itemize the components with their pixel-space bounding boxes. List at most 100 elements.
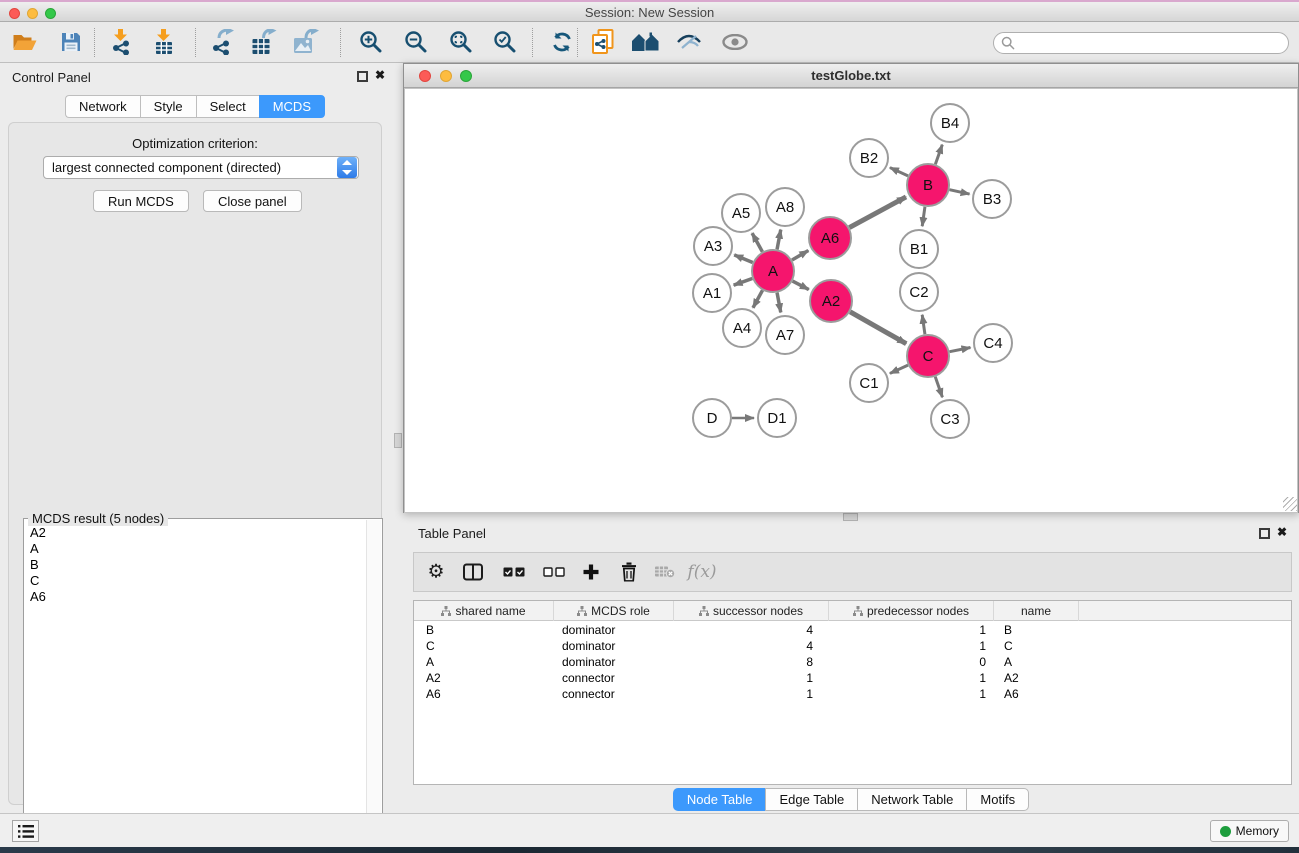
table-cell[interactable]: A2 (414, 670, 554, 686)
delete-table-icon[interactable] (655, 566, 675, 579)
column-header-shared-name[interactable]: shared name (414, 601, 554, 621)
tab-network[interactable]: Network (65, 95, 140, 118)
export-network-icon[interactable] (211, 29, 235, 55)
table-cell[interactable]: A6 (414, 686, 554, 702)
export-table-icon[interactable] (252, 29, 277, 55)
mcds-result-item[interactable]: A (27, 541, 364, 557)
gear-icon[interactable]: ⚙ (427, 563, 444, 582)
zoom-selected-icon[interactable] (493, 30, 517, 54)
table-cell[interactable]: A (994, 654, 1079, 670)
table-row[interactable]: A2connector11A2 (414, 670, 1291, 686)
column-header-predecessor-nodes[interactable]: predecessor nodes (829, 601, 994, 621)
network-canvas[interactable]: AA1A2A3A4A5A6A7A8BB1B2B3B4CC1C2C3C4DD1 (405, 89, 1297, 512)
network-edge-A-A1[interactable] (734, 278, 753, 285)
network-edge-A-A8[interactable] (777, 230, 781, 250)
table-cell[interactable]: 4 (674, 638, 829, 654)
home-layout-icon[interactable] (632, 32, 660, 52)
table-cell[interactable]: dominator (554, 638, 674, 654)
column-header-MCDS-role[interactable]: MCDS role (554, 601, 674, 621)
network-graph[interactable]: AA1A2A3A4A5A6A7A8BB1B2B3B4CC1C2C3C4DD1 (405, 89, 1297, 512)
table-cell[interactable]: A (414, 654, 554, 670)
network-node-B2[interactable]: B2 (850, 139, 888, 177)
mcds-result-item[interactable]: C (27, 573, 364, 589)
add-column-icon[interactable] (583, 564, 600, 581)
network-edge-A2-C[interactable] (850, 312, 906, 344)
tab-style[interactable]: Style (140, 95, 196, 118)
network-edge-C-C4[interactable] (950, 348, 971, 352)
criterion-dropdown[interactable]: largest connected component (directed) (43, 156, 359, 179)
table-cell[interactable]: A2 (994, 670, 1079, 686)
table-cell[interactable]: B (994, 622, 1079, 638)
network-node-C3[interactable]: C3 (931, 400, 969, 438)
network-node-D1[interactable]: D1 (758, 399, 796, 437)
network-edge-B-B2[interactable] (890, 168, 908, 176)
table-cell[interactable]: 0 (829, 654, 994, 670)
network-edge-C-C1[interactable] (890, 365, 908, 373)
network-node-A[interactable]: A (752, 250, 794, 292)
network-edge-C-C2[interactable] (922, 315, 925, 334)
memory-button[interactable]: Memory (1210, 820, 1289, 842)
copy-network-icon[interactable] (592, 29, 614, 55)
table-row[interactable]: A6connector11A6 (414, 686, 1291, 702)
column-header-successor-nodes[interactable]: successor nodes (674, 601, 829, 621)
refresh-icon[interactable] (551, 31, 573, 53)
export-image-icon[interactable] (293, 29, 319, 55)
result-scrollbar[interactable] (366, 520, 381, 853)
network-edge-A-A3[interactable] (734, 255, 752, 263)
network-node-C[interactable]: C (907, 335, 949, 377)
save-session-icon[interactable] (61, 32, 81, 52)
tab-edge-table[interactable]: Edge Table (765, 788, 857, 811)
network-node-A2[interactable]: A2 (810, 280, 852, 322)
open-session-icon[interactable] (13, 32, 38, 52)
table-cell[interactable]: 1 (674, 670, 829, 686)
network-node-B1[interactable]: B1 (900, 230, 938, 268)
column-header-name[interactable]: name (994, 601, 1079, 621)
tab-node-table[interactable]: Node Table (673, 788, 766, 811)
network-node-A3[interactable]: A3 (694, 227, 732, 265)
network-node-B[interactable]: B (907, 164, 949, 206)
table-cell[interactable]: dominator (554, 654, 674, 670)
tab-select[interactable]: Select (196, 95, 259, 118)
vertical-splitter-handle[interactable] (394, 433, 402, 448)
network-node-B4[interactable]: B4 (931, 104, 969, 142)
table-row[interactable]: Bdominator41B (414, 622, 1291, 638)
network-node-C4[interactable]: C4 (974, 324, 1012, 362)
zoom-out-icon[interactable] (404, 30, 428, 54)
table-cell[interactable]: 1 (674, 686, 829, 702)
mcds-result-item[interactable]: A6 (27, 589, 364, 605)
network-edge-A-A5[interactable] (752, 233, 762, 252)
float-table-panel-icon[interactable] (1259, 528, 1270, 539)
table-cell[interactable]: 8 (674, 654, 829, 670)
deselect-all-checkboxes-icon[interactable] (543, 567, 565, 577)
network-edge-B-B1[interactable] (922, 207, 925, 226)
table-cell[interactable]: connector (554, 670, 674, 686)
import-table-icon[interactable] (154, 29, 174, 55)
mcds-result-item[interactable]: B (27, 557, 364, 573)
function-builder-icon[interactable]: f(x) (687, 562, 716, 582)
search-input[interactable] (1015, 36, 1288, 50)
network-edge-B-B3[interactable] (949, 190, 969, 194)
close-table-panel-icon[interactable]: ✖ (1277, 525, 1287, 539)
network-edge-C-C3[interactable] (935, 377, 942, 398)
close-panel-button[interactable]: Close panel (203, 190, 302, 212)
network-node-A7[interactable]: A7 (766, 316, 804, 354)
import-network-icon[interactable] (110, 29, 132, 55)
network-node-A5[interactable]: A5 (722, 194, 760, 232)
network-edge-A-A2[interactable] (793, 281, 809, 289)
mcds-result-item[interactable]: A2 (27, 525, 364, 541)
window-resize-grip[interactable] (1283, 497, 1297, 511)
network-node-C1[interactable]: C1 (850, 364, 888, 402)
network-node-A1[interactable]: A1 (693, 274, 731, 312)
table-cell[interactable]: 1 (829, 622, 994, 638)
network-edge-A6-B[interactable] (849, 197, 906, 228)
delete-column-icon[interactable] (621, 563, 637, 582)
show-all-icon[interactable] (722, 34, 748, 50)
table-cell[interactable]: A6 (994, 686, 1079, 702)
run-mcds-button[interactable]: Run MCDS (93, 190, 189, 212)
network-edge-B-B4[interactable] (935, 145, 942, 165)
zoom-in-icon[interactable] (359, 30, 383, 54)
network-edge-A-A4[interactable] (753, 290, 763, 307)
task-history-button[interactable] (12, 820, 39, 842)
select-all-checkboxes-icon[interactable] (503, 567, 525, 577)
network-edge-A-A7[interactable] (777, 293, 781, 313)
